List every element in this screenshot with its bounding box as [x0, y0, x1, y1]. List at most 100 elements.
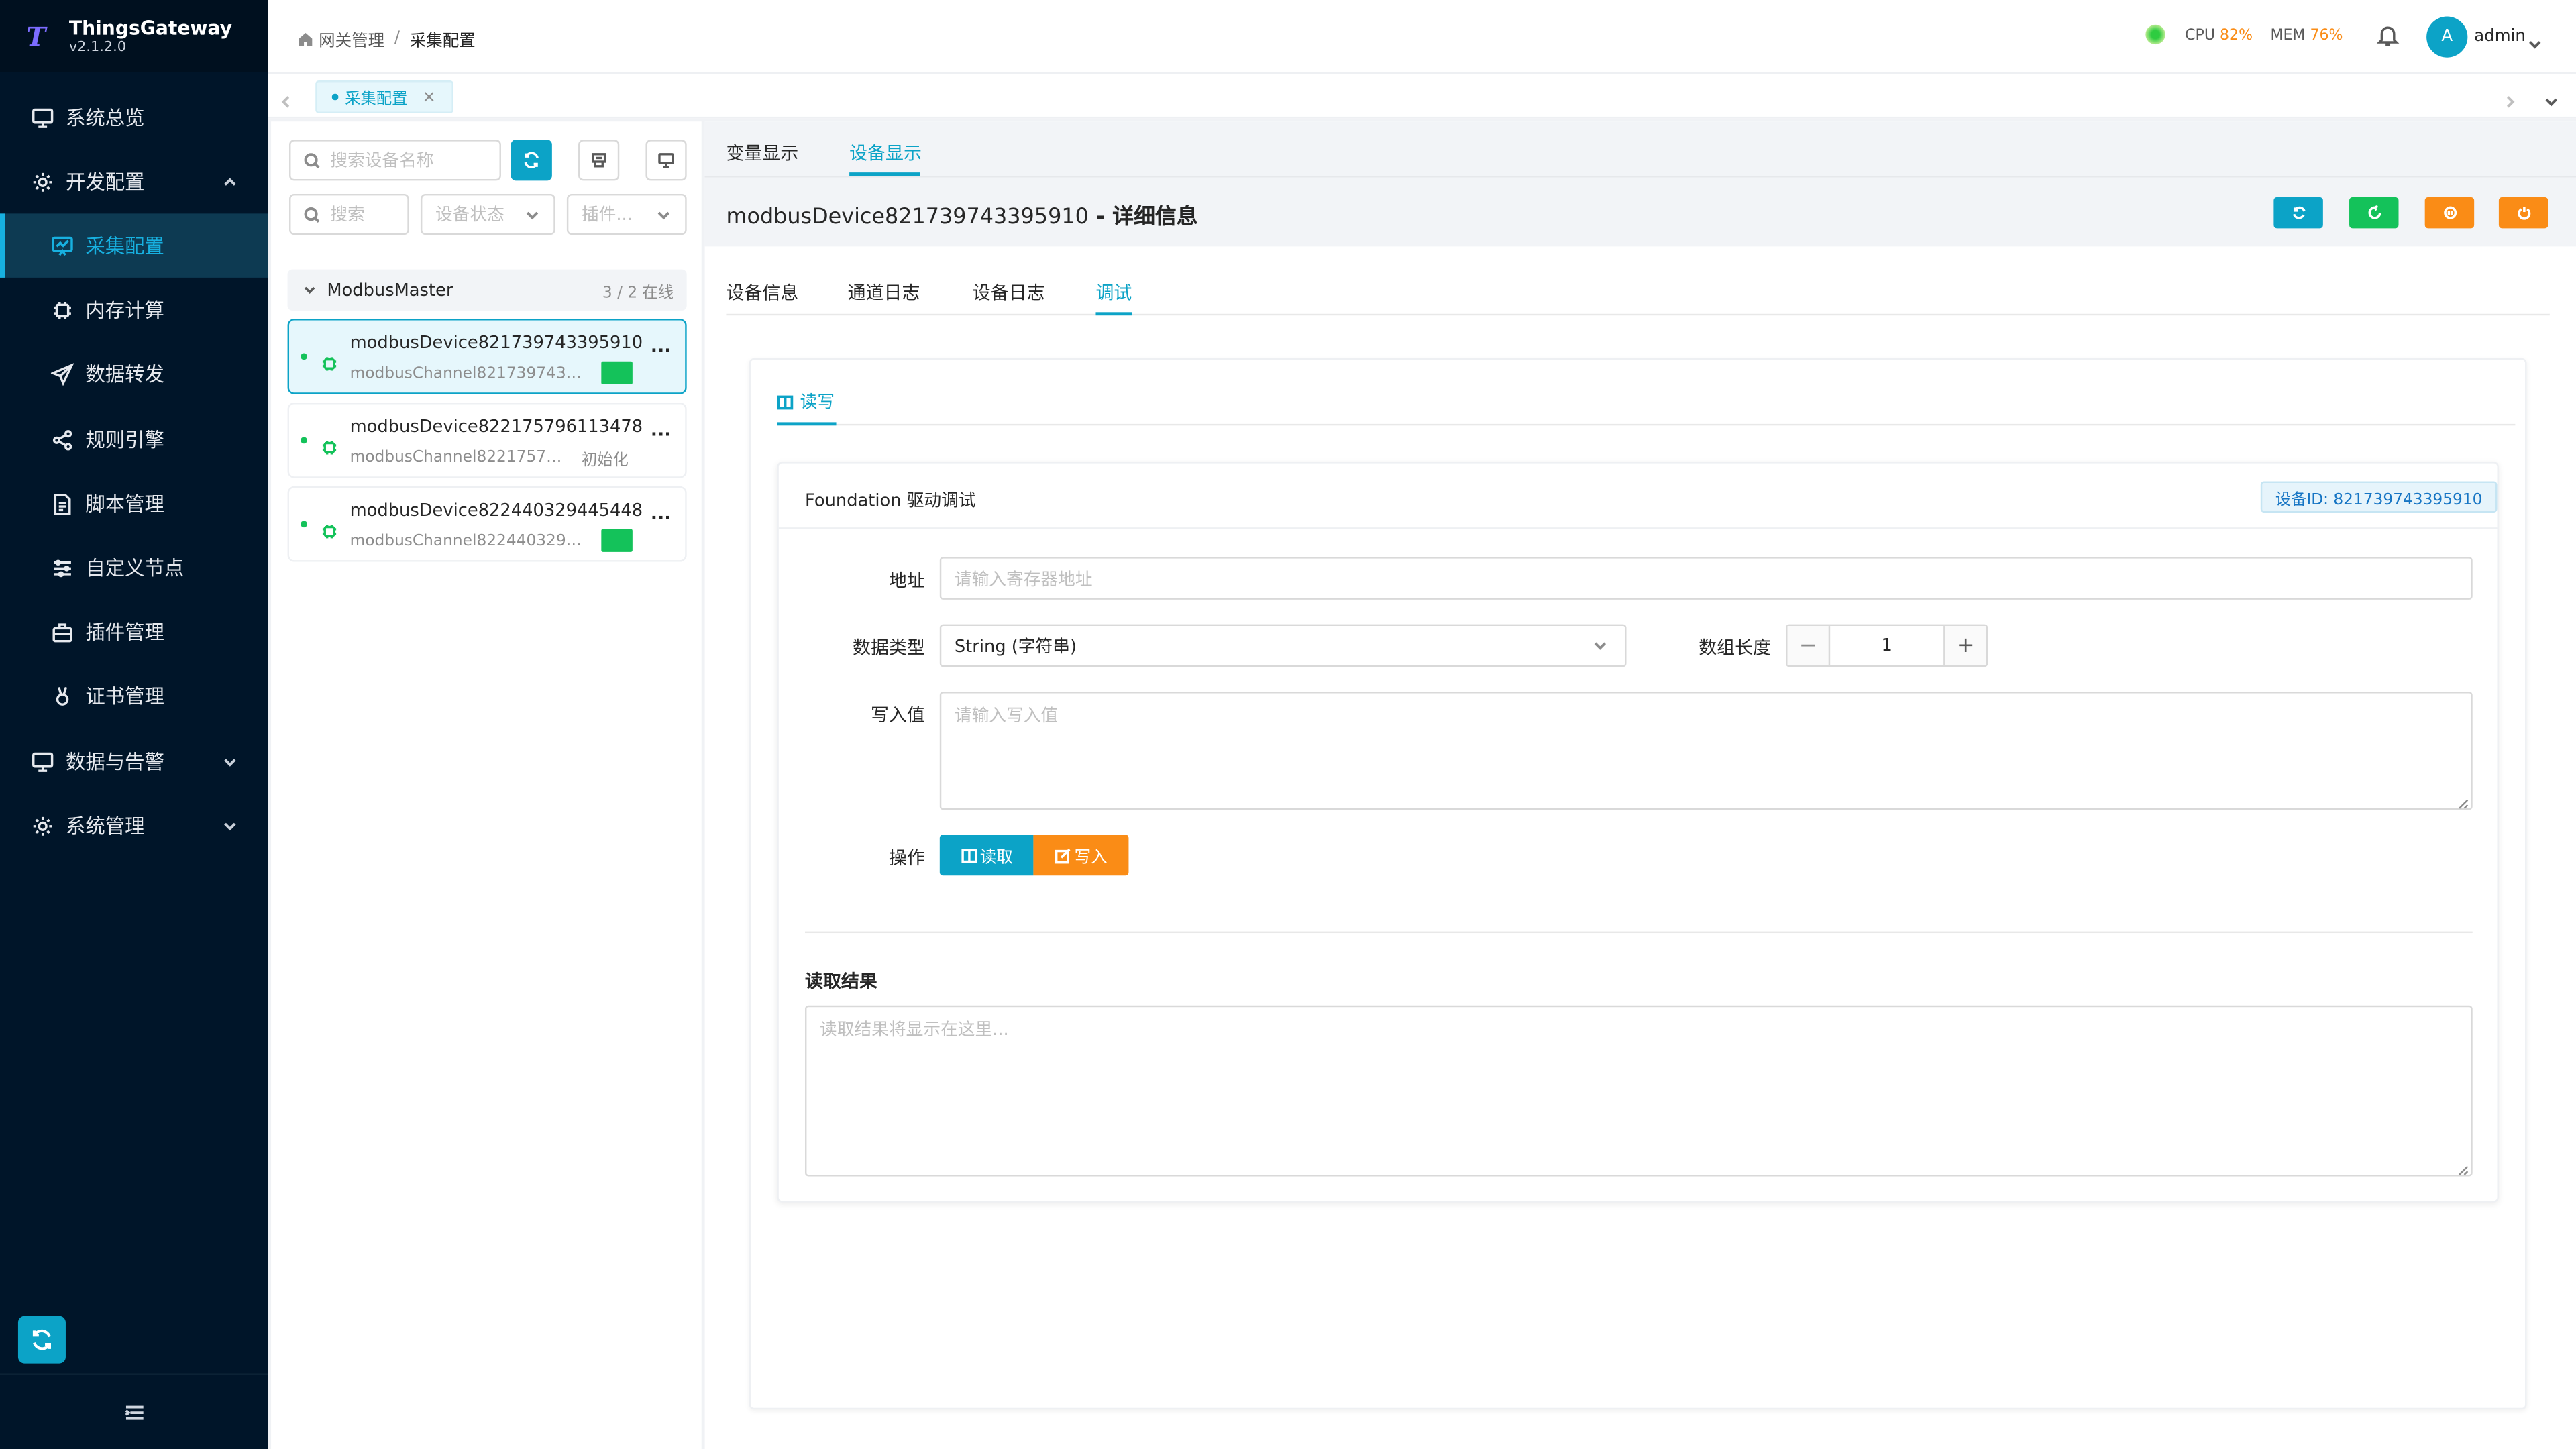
nav-rule-engine[interactable]: 规则引擎	[0, 407, 268, 472]
device-group-header[interactable]: ModbusMaster 3 / 2 在线	[287, 269, 687, 311]
notification-button[interactable]	[2375, 23, 2400, 54]
tab-device-log[interactable]: 设备日志	[973, 279, 1045, 305]
nav-memory-compute[interactable]: 内存计算	[0, 278, 268, 342]
refresh-float-button[interactable]	[17, 1316, 66, 1364]
plugin-select[interactable]: 插件...	[566, 193, 687, 235]
power-device-button[interactable]	[2498, 197, 2548, 229]
decrement-button[interactable]: −	[1787, 626, 1831, 665]
chevron-down-icon	[524, 207, 540, 229]
chevron-right-icon[interactable]	[2502, 85, 2518, 117]
app-version: v2.1.2.0	[68, 38, 127, 56]
array-length-stepper: − 1 +	[1786, 624, 1988, 667]
export-button[interactable]	[578, 140, 620, 181]
tab-device-info[interactable]: 设备信息	[726, 279, 798, 305]
write-button[interactable]: 写入	[1033, 835, 1129, 876]
restart-device-button[interactable]	[2349, 197, 2399, 229]
refresh-device-button[interactable]	[2273, 197, 2323, 229]
more-icon[interactable]: ···	[651, 424, 672, 445]
nav-data-forward[interactable]: 数据转发	[0, 341, 268, 406]
device-name: modbusDevice822175796113478	[350, 417, 643, 437]
bell-icon	[2376, 26, 2400, 46]
avatar[interactable]: A	[2426, 16, 2468, 58]
restart-icon	[2367, 205, 2381, 219]
nav-dev-config[interactable]: 开发配置	[0, 150, 268, 214]
top-bar: 网关管理 / 采集配置 CPU 82% MEM 76% A admin	[268, 0, 2576, 74]
nav-label: 内存计算	[85, 299, 164, 323]
read-result-textarea[interactable]: 读取结果将显示在这里...	[805, 1005, 2473, 1177]
pause-device-button[interactable]	[2424, 197, 2475, 229]
chevron-down-icon	[222, 753, 238, 769]
nav-label: 数据转发	[85, 363, 164, 386]
operation-label: 操作	[888, 847, 925, 869]
book-icon	[777, 394, 794, 409]
nav-label: 脚本管理	[85, 492, 164, 516]
datatype-select[interactable]: String (字符串)	[939, 624, 1627, 667]
device-item[interactable]: modbusDevice821739743395910 modbusChanne…	[287, 319, 687, 394]
nav-label: 系统总览	[65, 107, 145, 130]
nav-system-manage[interactable]: 系统管理	[0, 794, 268, 858]
status-badge	[601, 361, 633, 385]
tab-read-write[interactable]: 读写	[777, 386, 2516, 426]
nav-label: 系统管理	[65, 814, 145, 838]
plugin-icon	[51, 620, 74, 643]
chevron-up-icon	[222, 172, 238, 189]
device-item[interactable]: modbusDevice822175796113478 modbusChanne…	[287, 402, 687, 478]
resize-handle-icon[interactable]	[2458, 795, 2469, 809]
page-tab-collect-config[interactable]: 采集配置 ×	[315, 80, 454, 113]
device-channel: modbusChannel821739743395910	[350, 364, 584, 383]
gear-icon	[32, 170, 54, 193]
share-icon	[51, 428, 74, 451]
pause-circle-icon	[2443, 206, 2456, 219]
chevron-down-icon[interactable]	[2543, 85, 2559, 117]
device-channel: modbusChannel822175796113478	[350, 448, 569, 467]
address-input[interactable]: 请输入寄存器地址	[939, 557, 2473, 600]
status-select[interactable]: 设备状态	[420, 193, 555, 235]
tab-channel-log[interactable]: 通道日志	[848, 279, 920, 305]
breadcrumb-current: 采集配置	[409, 32, 476, 51]
nav-data-alarm[interactable]: 数据与告警	[0, 729, 268, 794]
device-search-input[interactable]: 搜索设备名称	[289, 140, 501, 181]
online-dot	[301, 437, 307, 444]
device-list-panel: 搜索设备名称 搜索 设备状态 插件... ModbusMaster 3 / 2 …	[271, 121, 702, 1449]
more-icon[interactable]: ···	[651, 340, 672, 362]
menu-collapse-icon	[124, 1405, 143, 1419]
nav-script-manage[interactable]: 脚本管理	[0, 472, 268, 536]
refresh-button[interactable]	[511, 140, 552, 181]
close-icon[interactable]: ×	[422, 88, 436, 106]
nav-cert-manage[interactable]: 证书管理	[0, 663, 268, 728]
device-name: modbusDevice821739743395910	[350, 333, 643, 354]
array-length-value[interactable]: 1	[1830, 626, 1943, 665]
read-button[interactable]: 读取	[939, 835, 1034, 876]
nav-collect-config[interactable]: 采集配置	[0, 213, 268, 278]
breadcrumb-item[interactable]: 网关管理	[319, 26, 384, 51]
refresh-icon	[2292, 206, 2305, 219]
device-name: modbusDevice822440329445448	[350, 500, 643, 521]
tab-debug[interactable]: 调试	[1095, 279, 1132, 305]
sliders-icon	[51, 556, 74, 579]
tab-device-display[interactable]: 设备显示	[849, 140, 922, 166]
chevron-left-icon[interactable]	[278, 85, 294, 117]
device-item[interactable]: modbusDevice822440329445448 modbusChanne…	[287, 486, 687, 562]
more-icon[interactable]: ···	[651, 508, 672, 529]
write-value-textarea[interactable]: 请输入写入值	[939, 692, 2473, 810]
nav-custom-node[interactable]: 自定义节点	[0, 535, 268, 600]
view-toggle-button[interactable]	[645, 140, 687, 181]
username[interactable]: admin	[2474, 28, 2526, 46]
increment-button[interactable]: +	[1943, 626, 1986, 665]
chevron-down-icon	[222, 816, 238, 833]
resize-handle-icon[interactable]	[2458, 1161, 2469, 1175]
device-id-tag: 设备ID: 821739743395910	[2260, 481, 2498, 513]
filter-search-input[interactable]: 搜索	[289, 193, 409, 235]
search-icon	[304, 152, 320, 168]
status-text: 初始化	[581, 451, 629, 470]
display-tabs: 变量显示 设备显示	[704, 121, 2576, 176]
nav-system-overview[interactable]: 系统总览	[0, 85, 268, 150]
collapse-sidebar-button[interactable]	[0, 1373, 268, 1449]
nav-label: 自定义节点	[85, 557, 184, 580]
debug-form-card: Foundation 驱动调试 设备ID: 821739743395910 地址…	[777, 462, 2499, 1203]
tab-variable-display[interactable]: 变量显示	[726, 140, 798, 166]
monitor-icon	[658, 153, 674, 168]
nav-label: 采集配置	[85, 235, 164, 258]
nav-plugin-manage[interactable]: 插件管理	[0, 600, 268, 664]
chevron-down-icon[interactable]	[2527, 28, 2543, 60]
